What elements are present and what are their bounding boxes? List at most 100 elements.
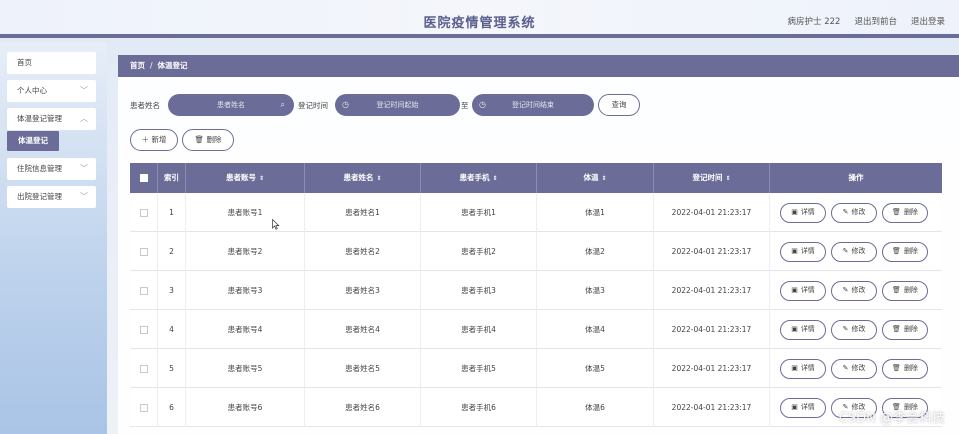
cell-name: 患者姓名4: [305, 310, 421, 349]
detail-icon: ▣: [791, 247, 798, 255]
trash-icon: 🗑: [892, 208, 901, 216]
cell-phone: 患者手机5: [421, 349, 537, 388]
delete-button-label: 删除: [206, 135, 222, 144]
row-select-cell: [130, 271, 158, 310]
chevron-down-icon: ﹀: [80, 192, 88, 201]
chevron-down-icon: ﹀: [80, 86, 88, 95]
sidebar: 首页 个人中心 ﹀ 体温登记管理 ︿ 体温登记 住院信息管理 ﹀ 出院登记管理 …: [0, 42, 107, 434]
col-temperature[interactable]: 体温 ⇕: [537, 163, 654, 193]
sidebar-item-hospitalization[interactable]: 住院信息管理 ﹀: [7, 158, 96, 180]
cell-time: 2022-04-01 21:23:17: [654, 232, 770, 271]
delete-label: 删除: [903, 208, 918, 216]
edit-label: 修改: [851, 364, 866, 372]
col-phone[interactable]: 患者手机 ⇕: [421, 163, 537, 193]
detail-label: 详情: [800, 247, 815, 255]
bulk-delete-button[interactable]: 🗑 删除: [182, 129, 234, 151]
cell-name: 患者姓名5: [305, 349, 421, 388]
edit-label: 修改: [851, 208, 866, 216]
col-name[interactable]: 患者姓名 ⇕: [305, 163, 421, 193]
row-checkbox[interactable]: [139, 326, 148, 334]
sidebar-item-home[interactable]: 首页: [7, 52, 96, 74]
detail-icon: ▣: [791, 286, 798, 294]
delete-label: 删除: [903, 286, 918, 294]
add-button[interactable]: ＋ 新增: [130, 129, 178, 151]
cell-account: 患者账号3: [186, 271, 305, 310]
select-all-checkbox[interactable]: [139, 174, 148, 182]
cell-idx: 1: [158, 193, 186, 232]
detail-button[interactable]: ▣ 详情: [780, 398, 826, 418]
cell-idx: 4: [158, 310, 186, 349]
detail-button[interactable]: ▣ 详情: [780, 320, 826, 340]
cell-account: 患者账号5: [186, 349, 305, 388]
detail-button[interactable]: ▣ 详情: [780, 203, 826, 223]
cell-phone: 患者手机2: [421, 232, 537, 271]
cell-name: 患者姓名6: [305, 388, 421, 427]
breadcrumb-current: 体温登记: [157, 61, 188, 70]
row-checkbox[interactable]: [139, 287, 148, 295]
delete-button[interactable]: 🗑 删除: [882, 359, 928, 379]
col-account-label: 患者账号: [225, 173, 256, 182]
row-select-cell: [130, 388, 158, 427]
exit-to-front-link[interactable]: 退出到前台: [854, 15, 897, 27]
sidebar-item-label: 体温登记管理: [17, 114, 62, 123]
col-account[interactable]: 患者账号 ⇕: [186, 163, 305, 193]
sort-icon: ⇕: [492, 175, 498, 182]
sidebar-subitem-temperature-register[interactable]: 体温登记: [7, 131, 59, 151]
detail-label: 详情: [800, 403, 815, 411]
sidebar-item-temperature-management[interactable]: 体温登记管理 ︿: [7, 108, 96, 130]
breadcrumb-separator: /: [150, 61, 153, 70]
edit-button[interactable]: ✎ 修改: [831, 242, 877, 262]
logout-link[interactable]: 退出登录: [911, 15, 945, 27]
delete-button[interactable]: 🗑 删除: [882, 242, 928, 262]
row-select-cell: [130, 193, 158, 232]
cell-time: 2022-04-01 21:23:17: [654, 310, 770, 349]
col-phone-label: 患者手机: [459, 173, 490, 182]
trash-icon: 🗑: [892, 364, 901, 372]
edit-button[interactable]: ✎ 修改: [831, 281, 877, 301]
edit-button[interactable]: ✎ 修改: [831, 320, 877, 340]
edit-icon: ✎: [842, 364, 849, 372]
breadcrumb: 首页 / 体温登记: [118, 55, 959, 77]
start-time-input[interactable]: ◷ 登记时间起始: [335, 94, 460, 116]
cell-idx: 5: [158, 349, 186, 388]
detail-button[interactable]: ▣ 详情: [780, 242, 826, 262]
edit-button[interactable]: ✎ 修改: [831, 359, 877, 379]
chevron-up-icon: ︿: [80, 114, 88, 123]
delete-button[interactable]: 🗑 删除: [882, 203, 928, 223]
query-button[interactable]: 查询: [598, 94, 640, 116]
chevron-down-icon: ﹀: [80, 164, 88, 173]
edit-label: 修改: [851, 325, 866, 333]
row-checkbox[interactable]: [139, 248, 148, 256]
row-checkbox[interactable]: [139, 209, 148, 217]
cell-idx: 2: [158, 232, 186, 271]
watermark: CSDN @李会科技: [838, 411, 945, 426]
trash-icon: 🗑: [194, 135, 205, 144]
detail-button[interactable]: ▣ 详情: [780, 359, 826, 379]
sidebar-item-personal-center[interactable]: 个人中心 ﹀: [7, 80, 96, 102]
patient-name-placeholder: 患者姓名: [217, 101, 245, 109]
edit-icon: ✎: [842, 208, 849, 216]
cell-time: 2022-04-01 21:23:17: [654, 193, 770, 232]
cell-temp: 体温1: [537, 193, 654, 232]
end-time-input[interactable]: ◷ 登记时间结束: [472, 94, 594, 116]
row-checkbox[interactable]: [139, 365, 148, 373]
col-index: 索引: [158, 163, 186, 193]
edit-label: 修改: [851, 247, 866, 255]
cell-temp: 体温4: [537, 310, 654, 349]
col-time[interactable]: 登记时间 ⇕: [654, 163, 770, 193]
patient-name-input[interactable]: 患者姓名 ⌕: [168, 94, 294, 116]
trash-icon: 🗑: [892, 325, 901, 333]
cell-account: 患者账号4: [186, 310, 305, 349]
content-panel: 首页 / 体温登记 患者姓名 患者姓名 ⌕ 登记时间 ◷ 登记时间起始 至 ◷ 登记…: [118, 55, 959, 434]
select-all-cell: [130, 163, 158, 193]
row-checkbox[interactable]: [139, 404, 148, 412]
edit-button[interactable]: ✎ 修改: [831, 203, 877, 223]
breadcrumb-home[interactable]: 首页: [130, 61, 145, 70]
delete-button[interactable]: 🗑 删除: [882, 281, 928, 301]
cell-name: 患者姓名2: [305, 232, 421, 271]
sidebar-item-discharge[interactable]: 出院登记管理 ﹀: [7, 186, 96, 208]
detail-button[interactable]: ▣ 详情: [780, 281, 826, 301]
delete-button[interactable]: 🗑 删除: [882, 320, 928, 340]
cell-time: 2022-04-01 21:23:17: [654, 271, 770, 310]
cell-actions: ▣ 详情 ✎ 修改 🗑 删除: [770, 349, 942, 388]
